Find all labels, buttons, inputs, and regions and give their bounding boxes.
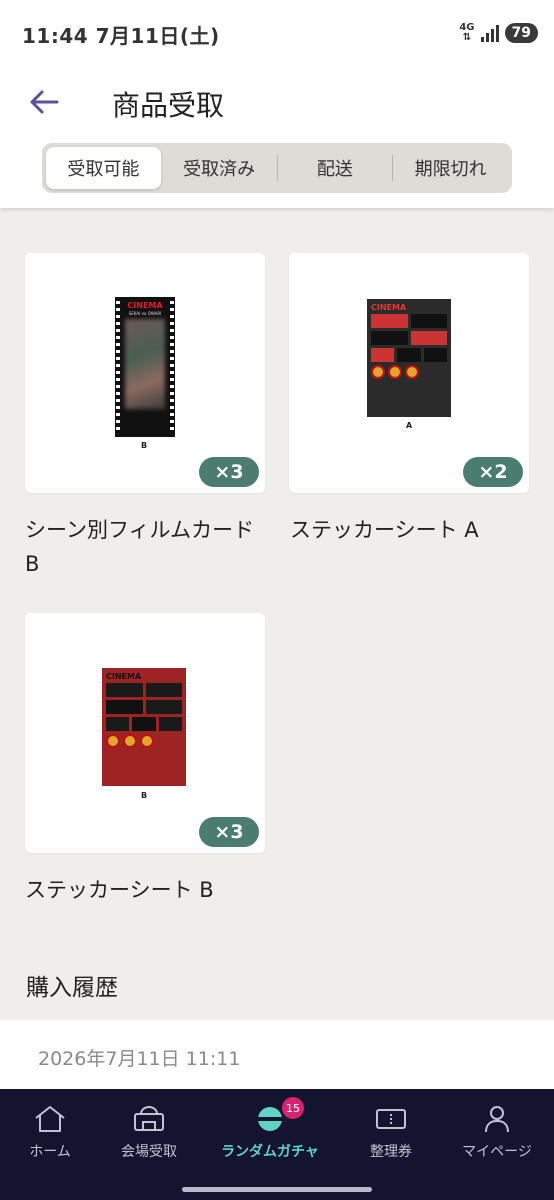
nav-label: 会場受取 [121, 1144, 177, 1160]
notification-badge: 15 [282, 1097, 304, 1119]
nav-ticket[interactable]: 整理券 [341, 1089, 441, 1175]
image-subtitle: SEKAI no OWARI [128, 311, 162, 316]
image-caption: A [406, 421, 413, 430]
image-logo: CINEMA [371, 303, 407, 312]
nav-label: マイページ [462, 1144, 532, 1160]
image-caption: B [141, 441, 148, 450]
tab-shipping[interactable]: 配送 [278, 147, 393, 189]
history-entry[interactable]: 2026年7月11日 11:11 [0, 1020, 554, 1089]
status-tabs: 受取可能 受取済み 配送 期限切れ [42, 143, 512, 193]
battery-indicator: 79 [504, 23, 538, 43]
status-time: 11:44 7月11日(土) [22, 24, 220, 48]
page-title: 商品受取 [112, 89, 225, 122]
image-caption: B [141, 791, 148, 800]
home-icon [35, 1106, 65, 1132]
nav-label: ランダムガチャ [221, 1144, 319, 1160]
item-name: ステッカーシート A [290, 518, 479, 542]
gacha-icon [258, 1107, 282, 1131]
tab-received[interactable]: 受取済み [162, 147, 277, 189]
item-card-film-b[interactable]: CINEMA SEKAI no OWARI B ×3 [25, 253, 265, 493]
home-indicator[interactable] [182, 1187, 372, 1192]
sticker-sheet-image: CINEMA [367, 299, 451, 417]
nav-home[interactable]: ホーム [0, 1089, 100, 1175]
app-header: 商品受取 受取可能 受取済み 配送 期限切れ [0, 66, 554, 208]
nav-mypage[interactable]: マイページ [447, 1089, 547, 1175]
data-arrows-icon: ⇅ [462, 32, 472, 43]
back-arrow-icon [30, 90, 59, 114]
history-date: 2026年7月11日 11:11 [38, 1048, 241, 1070]
tab-expired[interactable]: 期限切れ [393, 147, 508, 189]
tab-receivable[interactable]: 受取可能 [46, 147, 161, 189]
quantity-badge: ×2 [463, 457, 523, 487]
image-logo: CINEMA [106, 672, 142, 681]
person-icon [485, 1106, 509, 1133]
sticker-sheet-image: CINEMA [102, 668, 186, 786]
item-card-sticker-a[interactable]: CINEMA A ×2 [289, 253, 529, 493]
image-logo: CINEMA [127, 301, 163, 310]
status-icons: 4G ⇅ 79 [459, 20, 538, 46]
nav-venue-pickup[interactable]: 会場受取 [99, 1089, 199, 1175]
item-name: シーン別フィルムカード B [25, 518, 255, 576]
nav-label: ホーム [29, 1144, 71, 1160]
quantity-badge: ×3 [199, 457, 259, 487]
item-name: ステッカーシート B [25, 878, 214, 902]
film-card-image: CINEMA SEKAI no OWARI [115, 297, 175, 437]
venue-icon [134, 1106, 164, 1131]
nav-random-gacha[interactable]: 15 ランダムガチャ [220, 1089, 320, 1175]
signal-icon [480, 24, 499, 42]
content-area: CINEMA SEKAI no OWARI B ×3 シーン別フィルムカード B… [0, 208, 554, 1089]
ticket-icon [376, 1109, 406, 1129]
status-bar: 11:44 7月11日(土) 4G ⇅ 79 [0, 0, 554, 66]
purchase-history-title: 購入履歴 [26, 975, 118, 1001]
nav-label: 整理券 [370, 1144, 412, 1160]
bottom-nav: ホーム 会場受取 15 ランダムガチャ 整理券 マイページ [0, 1089, 554, 1200]
item-card-sticker-b[interactable]: CINEMA B ×3 [25, 613, 265, 853]
quantity-badge: ×3 [199, 817, 259, 847]
back-button[interactable] [26, 84, 62, 120]
network-indicator: 4G ⇅ [459, 23, 474, 43]
